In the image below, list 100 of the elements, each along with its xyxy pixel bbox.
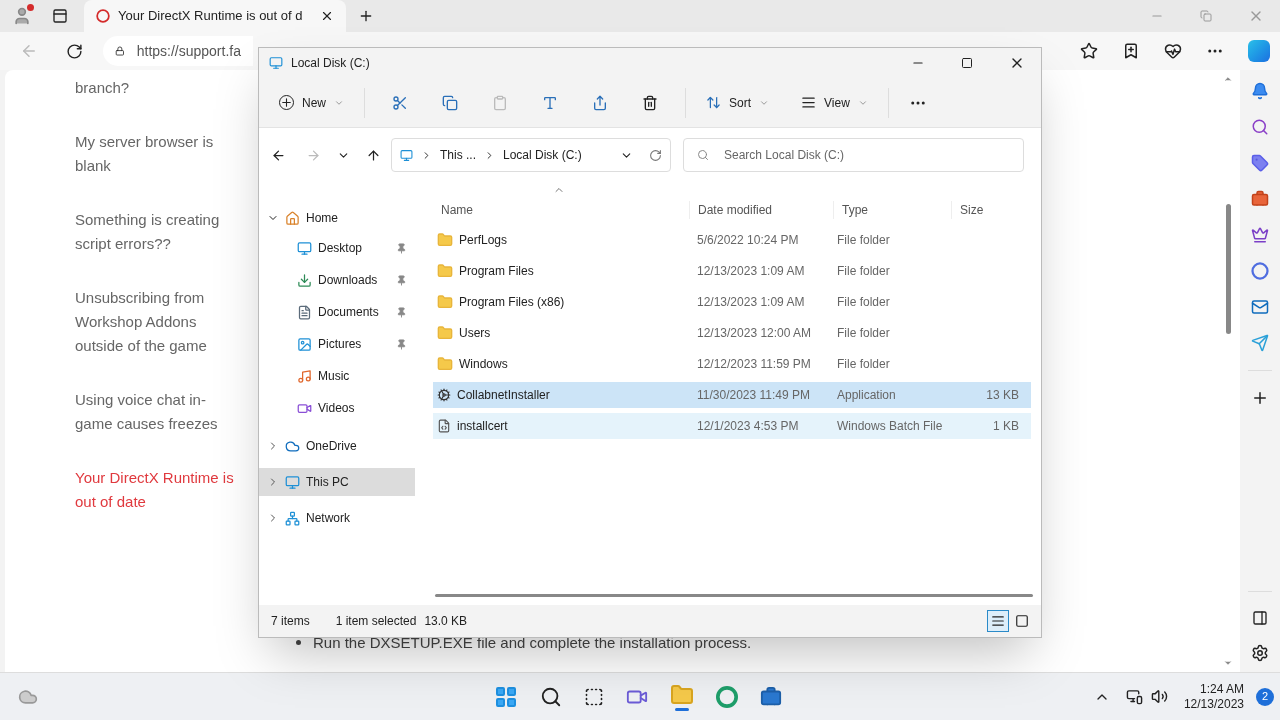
file-row[interactable]: Windows 12/12/2023 11:59 PM File folder [433, 351, 1031, 377]
column-header[interactable]: Date modified [689, 201, 833, 219]
nav-item[interactable]: Home [259, 204, 415, 232]
tag-icon[interactable] [1251, 154, 1269, 172]
clock-date[interactable]: 12/13/2023 [1183, 696, 1244, 712]
script-file-icon [437, 419, 451, 433]
new-button[interactable]: New [271, 89, 352, 116]
nav-item[interactable]: Network [259, 504, 415, 532]
clock-time[interactable]: 1:24 AM [1199, 681, 1244, 697]
address-bar[interactable]: https://support.fa [103, 36, 253, 66]
nav-item[interactable]: Videos [259, 392, 415, 424]
nav-item[interactable]: This PC [259, 468, 415, 496]
refresh-icon[interactable] [66, 42, 83, 60]
column-header[interactable]: Size [951, 201, 1027, 219]
article-link[interactable]: Using voice chat in-game causes freezes [75, 388, 240, 436]
music-icon [297, 368, 312, 384]
sort-button[interactable]: Sort [698, 89, 778, 116]
selection-size: 13.0 KB [424, 613, 468, 630]
file-row[interactable]: installcert 12/1/2023 4:53 PM Windows Batch File 1 KB [433, 413, 1031, 439]
cloud-icon [285, 438, 300, 454]
folder-icon [437, 356, 453, 372]
nav-item[interactable]: OneDrive [259, 432, 415, 460]
pin-icon[interactable] [396, 306, 407, 318]
outlook-icon[interactable] [1251, 298, 1269, 316]
share-icon[interactable] [592, 94, 608, 111]
file-date: 12/13/2023 1:09 AM [696, 294, 806, 311]
file-type: File folder [836, 294, 891, 311]
file-row[interactable]: CollabnetInstaller 11/30/2023 11:49 PM Application 13 KB [433, 382, 1031, 408]
search-icon[interactable] [540, 686, 562, 708]
nav-item[interactable]: Documents [259, 296, 415, 328]
column-header[interactable]: Type [833, 201, 951, 219]
address-field[interactable]: This ... Local Disk (C:) [391, 138, 671, 172]
back-icon[interactable] [271, 147, 286, 163]
network-icon[interactable] [1125, 688, 1143, 705]
cut-icon[interactable] [392, 94, 408, 111]
delete-icon[interactable] [642, 94, 658, 111]
file-type: File folder [836, 263, 891, 280]
scroll-up-icon[interactable] [1223, 74, 1233, 84]
sort-icon [706, 95, 721, 110]
download-icon [297, 272, 312, 288]
bell-icon[interactable] [1251, 82, 1269, 100]
breadcrumb-item[interactable]: Local Disk (C:) [503, 146, 582, 164]
file-size: 1 KB [992, 418, 1020, 435]
tab-actions-icon[interactable] [52, 8, 68, 24]
file-row[interactable]: Program Files 12/13/2023 1:09 AM File folder [433, 258, 1031, 284]
article-link[interactable]: Your DirectX Runtime is out of date [75, 466, 240, 514]
view-button[interactable]: View [793, 89, 876, 116]
pin-icon[interactable] [396, 338, 407, 350]
rename-icon[interactable] [542, 94, 558, 111]
window-title: Local Disk (C:) [291, 55, 370, 72]
settings-icon[interactable] [1251, 644, 1269, 662]
item-count: 7 items [271, 613, 310, 630]
send-icon[interactable] [1251, 334, 1269, 352]
nav-item[interactable]: Downloads [259, 264, 415, 296]
task-view-icon[interactable] [584, 687, 604, 707]
file-name: installcert [457, 418, 508, 435]
pin-icon[interactable] [396, 274, 407, 286]
start-icon[interactable] [494, 685, 518, 709]
file-name: Program Files (x86) [459, 294, 565, 311]
close-icon[interactable] [320, 9, 334, 23]
nav-item[interactable]: Pictures [259, 328, 415, 360]
file-row[interactable]: Program Files (x86) 12/13/2023 1:09 AM File folder [433, 289, 1031, 315]
up-icon[interactable] [366, 147, 381, 163]
article-link[interactable]: Unsubscribing from Workshop Addons outside of the game [75, 286, 240, 358]
horizontal-scrollbar[interactable] [435, 594, 1033, 597]
article-link[interactable]: Something is creating script errors?? [75, 208, 240, 256]
add-icon[interactable] [1251, 389, 1269, 407]
file-date: 12/1/2023 4:53 PM [696, 418, 800, 435]
search-field[interactable]: Search Local Disk (C:) [683, 138, 1024, 172]
scroll-down-icon[interactable] [1223, 658, 1233, 668]
file-date: 12/13/2023 12:00 AM [696, 325, 813, 342]
notification-badge[interactable]: 2 [1256, 687, 1274, 706]
article-link[interactable]: branch? [75, 76, 240, 100]
details-view-toggle[interactable] [987, 610, 1009, 632]
plus-icon [279, 95, 294, 110]
copy-icon[interactable] [442, 94, 458, 111]
document-icon [297, 304, 312, 320]
heart-pulse-icon[interactable] [1164, 42, 1182, 60]
article-link[interactable]: My server browser is blank [75, 130, 240, 178]
folder-icon [437, 294, 453, 310]
file-type: Application [836, 387, 897, 404]
nav-item[interactable]: Desktop [259, 232, 415, 264]
toolbox-icon[interactable] [1251, 190, 1269, 208]
favorites-icon[interactable] [1080, 42, 1098, 60]
monitor-icon [400, 148, 413, 162]
picture-icon [297, 336, 312, 352]
pin-icon[interactable] [396, 242, 407, 254]
column-header[interactable]: Name [433, 201, 689, 219]
file-name: Program Files [459, 263, 534, 280]
maximize-icon[interactable] [961, 57, 973, 69]
nav-item[interactable]: Music [259, 360, 415, 392]
new-tab-icon[interactable] [358, 8, 374, 24]
breadcrumb-item[interactable]: This ... [440, 146, 476, 164]
sidebar-toggle-icon[interactable] [1252, 610, 1268, 626]
file-row[interactable]: Users 12/13/2023 12:00 AM File folder [433, 320, 1031, 346]
file-row[interactable]: PerfLogs 5/6/2022 10:24 PM File folder [433, 227, 1031, 253]
drive-icon [269, 56, 283, 70]
browser-tab[interactable]: Your DirectX Runtime is out of d [84, 0, 346, 32]
lock-icon [115, 44, 125, 58]
collections-icon[interactable] [1122, 42, 1140, 60]
